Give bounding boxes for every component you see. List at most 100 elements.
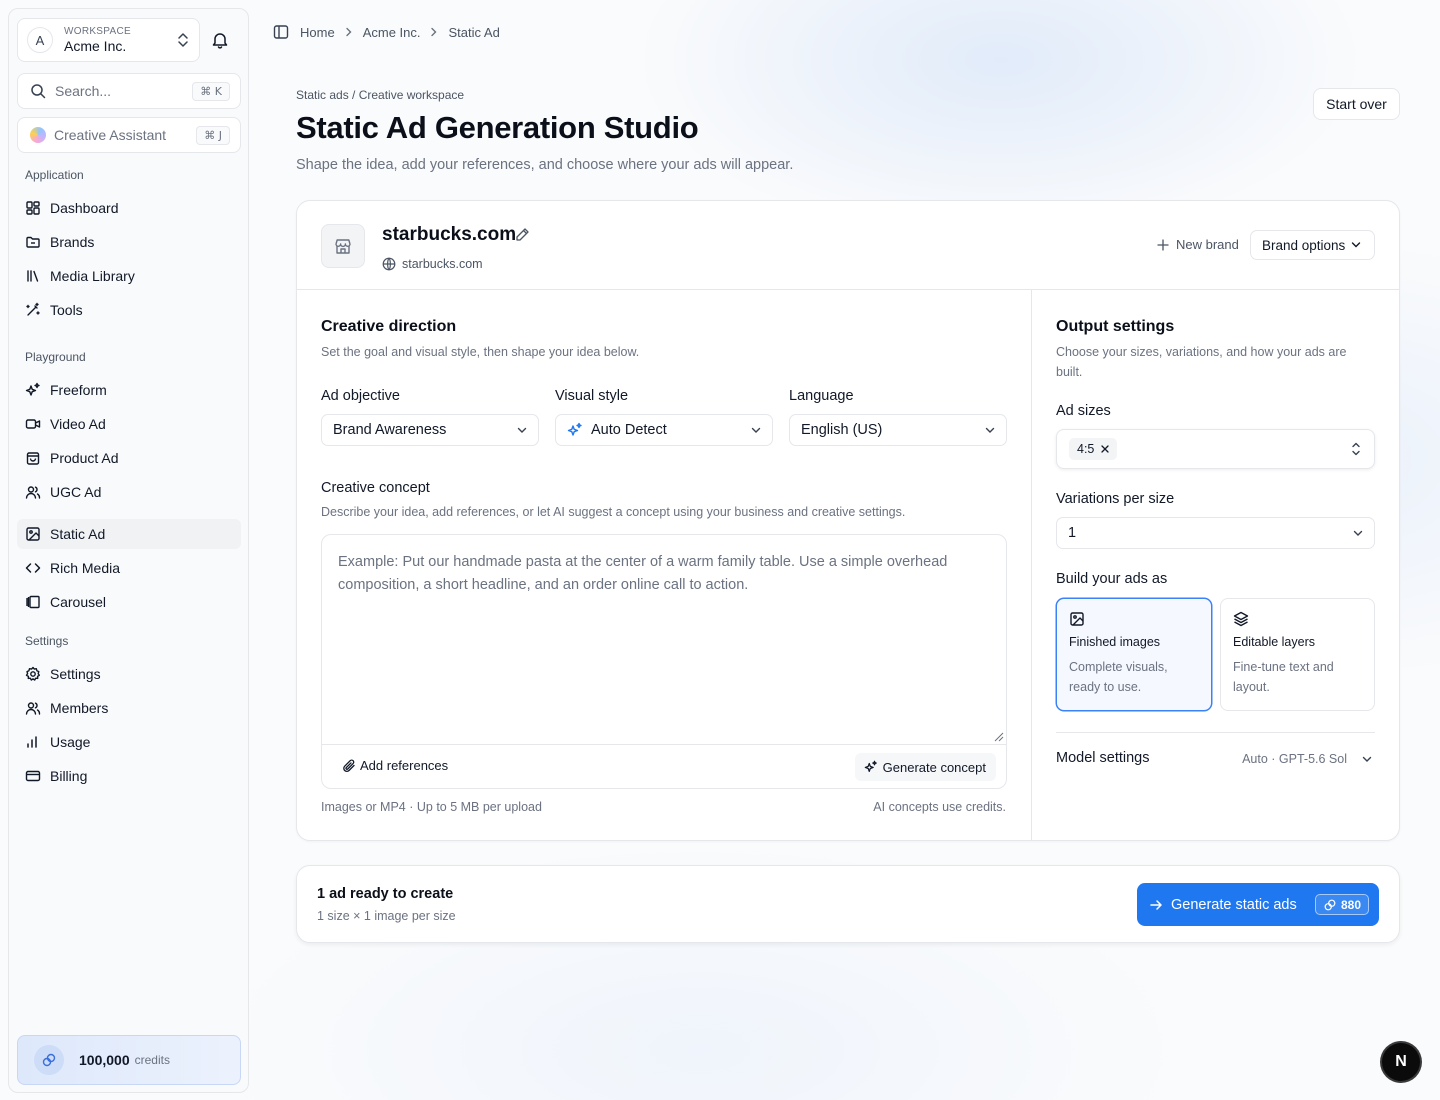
sidebar-item-rich-media[interactable]: Rich Media — [17, 553, 241, 583]
sidebar-item-freeform[interactable]: Freeform — [17, 375, 241, 405]
sidebar-item-label: Media Library — [50, 268, 135, 284]
column-divider — [1031, 290, 1032, 841]
search-input[interactable]: Search... ⌘ K — [17, 73, 241, 109]
sidebar-item-label: Billing — [50, 768, 88, 784]
generate-concept-label: Generate concept — [882, 759, 986, 775]
sidebar-item-label: Tools — [50, 302, 83, 318]
model-settings-label: Model settings — [1056, 750, 1150, 766]
build-as-label: Build your ads as — [1056, 571, 1168, 587]
chevron-down-icon — [517, 427, 527, 433]
new-brand-button[interactable]: New brand — [1157, 237, 1239, 252]
page-title: Static Ad Generation Studio — [296, 110, 699, 145]
sidebar-toggle-icon[interactable] — [273, 24, 289, 40]
output-settings-desc: Choose your sizes, variations, and how y… — [1056, 345, 1347, 379]
breadcrumb-home[interactable]: Home — [300, 25, 335, 40]
build-option-editable-layers[interactable]: Editable layers Fine-tune text and layou… — [1220, 598, 1375, 711]
close-icon[interactable] — [1101, 445, 1110, 453]
wand-icon — [26, 302, 40, 316]
chevron-down-icon — [985, 427, 995, 433]
sidebar-item-label: UGC Ad — [50, 484, 102, 500]
visual-style-label: Visual style — [555, 388, 629, 404]
creative-concept-textarea[interactable]: Example: Put our handmade pasta at the c… — [321, 534, 1007, 789]
globe-icon — [382, 257, 396, 271]
visual-style-value: Auto Detect — [591, 422, 667, 438]
build-option-title: Finished images — [1069, 635, 1161, 649]
credits-balance[interactable]: 100,000 credits — [17, 1035, 241, 1085]
language-label: Language — [789, 388, 854, 404]
sidebar-item-static-ad[interactable]: Static Ad — [17, 519, 241, 549]
size-chip[interactable]: 4:5 — [1069, 438, 1118, 460]
sidebar-item-label: Product Ad — [50, 450, 119, 466]
brand-url: starbucks.com — [382, 257, 483, 271]
assistant-shortcut: ⌘ J — [196, 126, 230, 145]
arrow-right-icon — [1150, 899, 1162, 910]
model-settings-row[interactable]: Model settings Auto · GPT-5.6 Sol — [1056, 732, 1375, 781]
sidebar-item-settings[interactable]: Settings — [17, 659, 241, 689]
breadcrumb-current: Static Ad — [448, 24, 500, 40]
ad-sizes-multiselect[interactable]: 4:5 — [1056, 429, 1375, 469]
sidebar-item-billing[interactable]: Billing — [17, 761, 241, 791]
group-title-playground: Playground — [25, 350, 86, 364]
sparkles-icon — [567, 422, 582, 436]
sidebar-item-members[interactable]: Members — [17, 693, 241, 723]
variations-select[interactable]: 1 — [1056, 517, 1375, 549]
sidebar-item-tools[interactable]: Tools — [17, 295, 241, 325]
video-icon — [25, 419, 41, 429]
variations-label: Variations per size — [1056, 491, 1175, 507]
brand-options-dropdown[interactable]: Brand options — [1250, 230, 1375, 260]
visual-style-select[interactable]: Auto Detect — [555, 414, 773, 446]
creative-direction-title: Creative direction — [321, 318, 457, 335]
build-option-finished-images[interactable]: Finished images Complete visuals, ready … — [1056, 598, 1212, 711]
workspace-name: Acme Inc. — [64, 38, 127, 54]
summary-title: 1 ad ready to create — [317, 886, 454, 902]
size-chip-label: 4:5 — [1077, 442, 1095, 456]
ad-objective-select[interactable]: Brand Awareness — [321, 414, 539, 446]
plus-icon — [1157, 238, 1169, 251]
upload-note: Images or MP4 · Up to 5 MB per upload — [321, 800, 542, 814]
sidebar: A WORKSPACE Acme Inc. Search... ⌘ K Crea… — [8, 8, 249, 1093]
creative-concept-desc: Describe your idea, add references, or l… — [321, 505, 906, 519]
search-placeholder: Search... — [55, 83, 112, 99]
sparkles-icon — [25, 382, 40, 396]
breadcrumb-workspace[interactable]: Acme Inc. — [363, 25, 421, 40]
add-references-button[interactable]: Add references — [342, 758, 448, 773]
sidebar-item-media-library[interactable]: Media Library — [17, 261, 241, 291]
textarea-toolbar: Add references Generate concept — [322, 744, 1006, 789]
sidebar-item-brands[interactable]: Brands — [17, 227, 241, 257]
search-icon — [31, 84, 46, 99]
sidebar-item-dashboard[interactable]: Dashboard — [17, 193, 241, 223]
image-icon — [1070, 612, 1084, 626]
generate-static-ads-button[interactable]: Generate static ads 880 — [1137, 883, 1379, 926]
sidebar-item-ugc-ad[interactable]: UGC Ad — [17, 477, 241, 507]
sidebar-item-carousel[interactable]: Carousel — [17, 587, 241, 617]
sidebar-item-video-ad[interactable]: Video Ad — [17, 409, 241, 439]
resize-handle-icon[interactable] — [994, 732, 1004, 742]
generate-concept-button[interactable]: Generate concept — [854, 753, 996, 781]
pencil-icon[interactable] — [515, 227, 530, 242]
chevron-right-icon — [431, 27, 437, 37]
variations-value: 1 — [1068, 525, 1077, 541]
creative-assistant-button[interactable]: Creative Assistant ⌘ J — [17, 117, 241, 153]
build-option-desc: Fine-tune text and layout. — [1233, 660, 1334, 694]
dev-tools-badge[interactable]: N — [1382, 1043, 1420, 1081]
brand-url-text: starbucks.com — [402, 257, 483, 271]
bar-chart-icon — [27, 736, 37, 748]
assistant-label: Creative Assistant — [54, 127, 167, 143]
bell-icon[interactable] — [212, 31, 228, 49]
search-shortcut: ⌘ K — [192, 82, 230, 101]
language-select[interactable]: English (US) — [789, 414, 1007, 446]
cost-badge: 880 — [1314, 894, 1369, 915]
chevron-down-icon — [1353, 530, 1363, 536]
start-over-button[interactable]: Start over — [1313, 88, 1400, 120]
chevron-down-icon — [1362, 756, 1372, 762]
workspace-switcher[interactable]: A WORKSPACE Acme Inc. — [17, 18, 200, 62]
layers-icon — [1233, 611, 1249, 627]
sidebar-item-usage[interactable]: Usage — [17, 727, 241, 757]
users-icon — [25, 486, 41, 499]
sidebar-item-label: Settings — [50, 666, 101, 682]
sidebar-item-label: Dashboard — [50, 200, 119, 216]
sidebar-item-label: Carousel — [50, 594, 107, 610]
sidebar-item-product-ad[interactable]: Product Ad — [17, 443, 241, 473]
store-icon — [321, 224, 365, 268]
chevron-right-icon — [345, 27, 352, 37]
